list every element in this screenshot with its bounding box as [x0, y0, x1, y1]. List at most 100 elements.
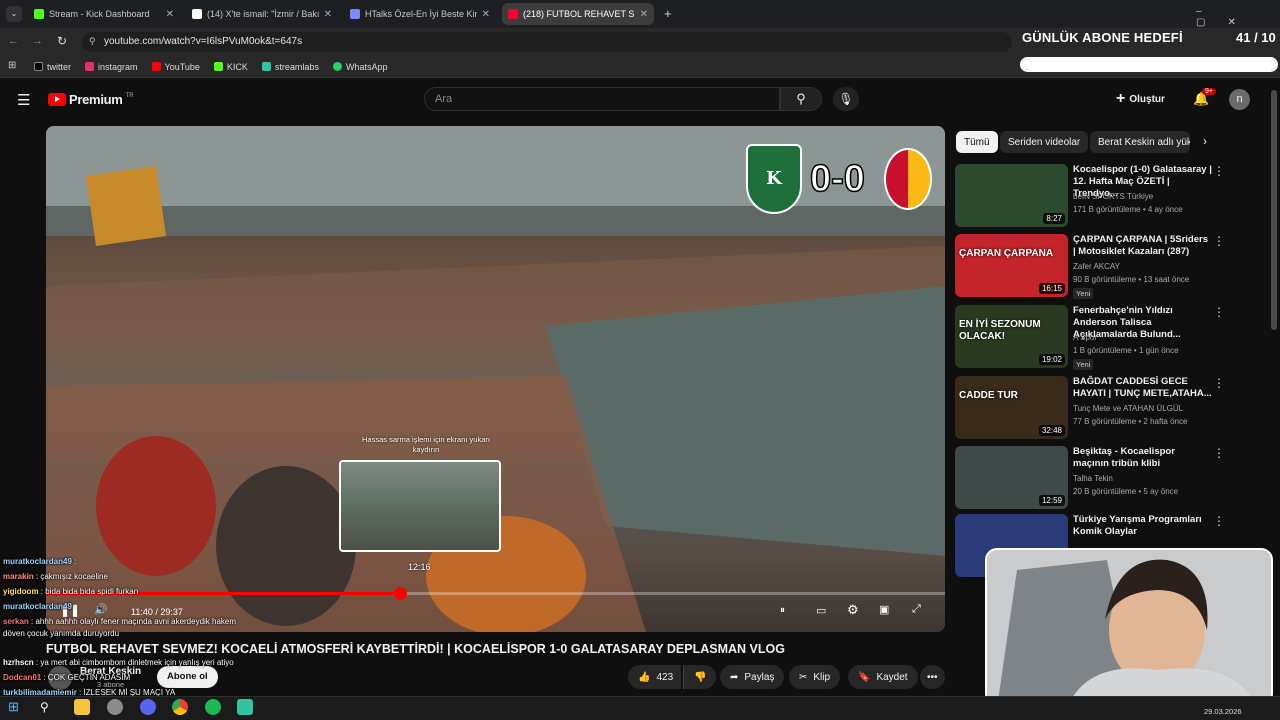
tab-close-icon[interactable]: ✕ — [166, 9, 174, 20]
create-button[interactable]: + Oluştur — [1116, 89, 1165, 109]
bookmark-whatsapp[interactable]: WhatsApp — [332, 62, 387, 72]
more-options-icon[interactable]: ⋮ — [1213, 514, 1225, 528]
more-options-icon[interactable]: ⋮ — [1213, 446, 1225, 460]
video-player[interactable]: K 0-0 Hassas sarma işlemi için ekranı yu… — [46, 126, 945, 632]
streamlabs-icon[interactable] — [237, 699, 253, 715]
recommended-channel[interactable]: beIN SPORTS Türkiye — [1073, 192, 1153, 201]
bookmark-streamlabs[interactable]: streamlabs — [261, 62, 319, 72]
like-button[interactable]: 👍 423 — [628, 665, 682, 689]
browser-tab[interactable]: (14) X'te ismail: "İzmir / Bakırçay" ✕ — [186, 3, 338, 25]
share-button[interactable]: ➦ Paylaş — [720, 665, 785, 689]
menu-icon[interactable]: ☰ — [17, 91, 30, 109]
video-thumbnail[interactable]: 12:59 — [955, 446, 1068, 509]
video-thumbnail[interactable]: CADDE TUR 32:48 — [955, 376, 1068, 439]
tab-close-icon[interactable]: ✕ — [324, 9, 332, 20]
more-actions-button[interactable]: ••• — [920, 665, 945, 689]
apps-grid-icon[interactable]: ⊞ — [8, 60, 16, 71]
youtube-logo[interactable]: Premium TR — [48, 92, 134, 107]
save-button[interactable]: 🔖 Kaydet — [848, 665, 918, 689]
voice-search-button[interactable]: 🎙 — [833, 87, 859, 111]
chat-message: hzrhscn : ya mert abi cimbombom dinletme… — [3, 658, 234, 667]
recommended-video[interactable]: EN İYİ SEZONUM OLACAK! 19:02 Fenerbahçe'ni… — [955, 305, 1255, 371]
reload-icon[interactable]: ↻ — [57, 34, 67, 48]
chat-message: marakin : çakmışız kocaeline — [3, 572, 108, 581]
recommended-title[interactable]: BAĞDAT CADDESİ GECE HAYATI | TUNÇ METE,A… — [1073, 376, 1213, 400]
more-options-icon[interactable]: ⋮ — [1213, 305, 1225, 319]
more-options-icon[interactable]: ⋮ — [1213, 234, 1225, 248]
file-explorer-icon[interactable] — [74, 699, 90, 715]
recommended-channel[interactable]: Zafer AKCAY — [1073, 262, 1120, 271]
volume-button[interactable]: 🔊 — [94, 603, 108, 616]
chip-channel[interactable]: Berat Keskin adlı yük — [1090, 131, 1190, 153]
chat-text: çakmışız kocaeline — [40, 572, 108, 581]
chip-all[interactable]: Tümü — [956, 131, 998, 153]
dislike-button[interactable]: 👎 — [683, 665, 717, 689]
tab-title: HTalks Özel-En İyi Beste Kimde — [365, 9, 477, 19]
recommended-video[interactable]: CADDE TUR 32:48 BAĞDAT CADDESİ GECE HAYATI… — [955, 376, 1255, 442]
browser-tab[interactable]: (218) FUTBOL REHAVET SEVMEZ ✕ — [502, 3, 654, 25]
browser-tab[interactable]: Stream - Kick Dashboard ✕ — [28, 3, 180, 25]
more-options-icon[interactable]: ⋮ — [1213, 376, 1225, 390]
search-button[interactable]: ⚲ — [780, 87, 822, 111]
spotify-icon[interactable] — [205, 699, 221, 715]
recommended-channel[interactable]: Talha Tekin — [1073, 474, 1113, 483]
chip-series[interactable]: Seriden videolar — [1000, 131, 1089, 153]
taskbar-search-icon[interactable]: ⚲ — [40, 699, 56, 715]
video-thumbnail[interactable]: 8:27 — [955, 164, 1068, 227]
recommended-video[interactable]: 12:59 Beşiktaş - Kocaelispor maçının trib… — [955, 446, 1255, 512]
chevron-right-icon[interactable]: › — [1203, 134, 1207, 148]
browser-tab[interactable]: HTalks Özel-En İyi Beste Kimde ✕ — [344, 3, 496, 25]
tab-title: Stream - Kick Dashboard — [49, 9, 150, 19]
plus-icon: + — [1116, 90, 1126, 107]
recommended-title[interactable]: Beşiktaş - Kocaelispor maçının tribün kl… — [1073, 446, 1213, 470]
recommended-title[interactable]: Türkiye Yarışma Programları Komik Olayla… — [1073, 514, 1213, 538]
recommended-video[interactable]: ÇARPAN ÇARPANA 16:15 ÇARPAN ÇARPANA | 5Sri… — [955, 234, 1255, 300]
start-button[interactable]: ⊞ — [8, 699, 24, 715]
app-icon[interactable] — [107, 699, 123, 715]
thumbs-up-icon: 👍 — [638, 671, 651, 683]
video-thumbnail[interactable]: ÇARPAN ÇARPANA 16:15 — [955, 234, 1068, 297]
video-thumbnail[interactable]: EN İYİ SEZONUM OLACAK! 19:02 — [955, 305, 1068, 368]
seek-preview-thumbnail — [339, 460, 501, 552]
settings-button[interactable]: ⚙ — [847, 602, 859, 618]
chrome-icon[interactable] — [172, 699, 188, 715]
clip-button[interactable]: ✂ Klip — [789, 665, 841, 689]
recommended-channel[interactable]: A Spor — [1073, 333, 1097, 342]
bookmark-twitter[interactable]: twitter — [34, 62, 71, 72]
tab-close-icon[interactable]: ✕ — [640, 9, 648, 20]
subscribe-button[interactable]: Abone ol — [157, 666, 218, 688]
back-icon[interactable]: ← — [8, 35, 19, 47]
recommended-channel[interactable]: Tunç Mete ve ATAHAN ÜLGÜL — [1073, 404, 1183, 413]
recommended-meta: 1 B görüntüleme • 1 gün önce — [1073, 346, 1179, 355]
gear-icon: ⚙ — [847, 602, 859, 617]
tab-close-icon[interactable]: ✕ — [482, 9, 490, 20]
tab-search-button[interactable]: ⌄ — [6, 6, 22, 22]
video-frame — [46, 126, 945, 632]
avatar[interactable]: n — [1229, 89, 1250, 110]
page-scrollbar[interactable] — [1271, 90, 1277, 330]
miniplayer-button[interactable]: ▣ — [879, 603, 889, 616]
recommended-title[interactable]: ÇARPAN ÇARPANA | 5Sriders | Motosiklet K… — [1073, 234, 1213, 258]
chat-username: hzrhscn — [3, 658, 34, 667]
recommended-video[interactable]: 8:27 Kocaelispor (1-0) Galatasaray | 12. … — [955, 164, 1255, 230]
subtitles-button[interactable]: ▭ — [816, 604, 826, 617]
site-info-icon[interactable]: ⚲ — [89, 36, 96, 47]
new-tab-button[interactable]: + — [664, 6, 672, 21]
fullscreen-button[interactable]: ⤢ — [912, 603, 921, 616]
chat-username: yigidoom — [3, 587, 39, 596]
goal-progress-bar — [1020, 57, 1278, 72]
discord-icon[interactable] — [140, 699, 156, 715]
search-input[interactable]: Ara — [424, 87, 780, 111]
bookmark-kick[interactable]: KICK — [213, 62, 248, 72]
tab-favicon-icon — [508, 9, 518, 19]
bookmark-instagram[interactable]: instagram — [85, 62, 138, 72]
goal-count: 41 / 10 — [1236, 30, 1276, 45]
chat-username: Dodcan01 — [3, 673, 42, 682]
window-controls[interactable]: –▢✕ — [1196, 6, 1280, 28]
autoplay-toggle[interactable]: ⏸ — [780, 605, 785, 616]
notification-badge: 9+ — [1202, 88, 1216, 95]
forward-icon[interactable]: → — [32, 35, 43, 47]
more-options-icon[interactable]: ⋮ — [1213, 164, 1225, 178]
bookmark-youtube[interactable]: YouTube — [151, 62, 200, 72]
address-bar[interactable]: youtube.com/watch?v=I6lsPVuM0ok&t=647s — [82, 32, 1012, 52]
